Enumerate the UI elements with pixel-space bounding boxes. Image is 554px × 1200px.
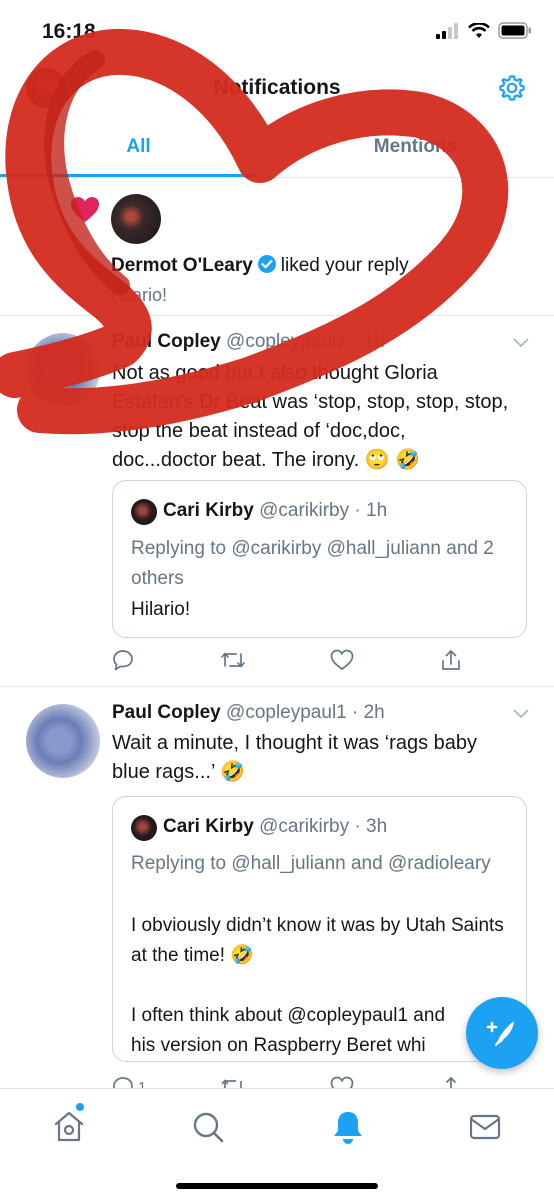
tab-mentions[interactable]: Mentions: [277, 116, 554, 177]
quoted-replying-to: Replying to @carikirby @hall_juliann and…: [131, 538, 494, 589]
quoted-text: I obviously didn’t know it was by Utah S…: [131, 915, 504, 966]
tweet-author-name[interactable]: Paul Copley: [112, 702, 221, 723]
tweet-header: Paul Copley @copleypaul1 · 1h: [112, 331, 385, 353]
tweet-author-name[interactable]: Paul Copley: [112, 331, 221, 352]
reply-icon: [113, 650, 133, 671]
liker-name[interactable]: Dermot O'Leary: [111, 255, 253, 276]
quoted-replying-to: Replying to @hall_juliann and @radiolear…: [131, 853, 491, 874]
tweet[interactable]: Paul Copley @copleypaul1 · 1h Not as goo…: [0, 317, 554, 687]
tab-all[interactable]: All: [0, 116, 277, 177]
share-button[interactable]: [440, 649, 462, 671]
settings-gear-icon[interactable]: [498, 74, 526, 102]
home-icon: [54, 1111, 84, 1142]
signal-icon: [436, 22, 458, 39]
quoted-author-avatar: [131, 499, 157, 525]
verified-badge-icon: [257, 255, 276, 273]
tweet-actions: 1: [112, 1076, 532, 1088]
like-action: liked your reply: [280, 255, 409, 276]
reply-count: 1: [138, 1078, 147, 1089]
tweet-actions: [112, 649, 532, 679]
like-icon: [330, 649, 354, 671]
tweet-handle-time: @copleypaul1 · 1h: [226, 331, 385, 352]
compose-icon: [486, 1021, 514, 1046]
share-button[interactable]: [440, 1076, 462, 1088]
quoted-author-name: Cari Kirby: [163, 500, 254, 521]
liker-avatar[interactable]: [111, 194, 161, 244]
tweet-text: Not as good but I also thought Gloria Es…: [112, 362, 509, 471]
home-indicator: [176, 1183, 378, 1189]
reply-icon: [113, 1077, 133, 1088]
status-icons: [436, 22, 532, 39]
tweet-handle-time: @copleypaul1 · 2h: [226, 702, 385, 723]
tweet-text: Wait a minute, I thought it was ‘rags ba…: [112, 732, 477, 783]
tweet-header: Paul Copley @copleypaul1 · 2h: [112, 702, 385, 724]
reply-button[interactable]: [112, 649, 134, 671]
quoted-header: Cari Kirby @carikirby · 1h: [163, 500, 387, 522]
notifications-bell-icon: [334, 1112, 362, 1144]
retweet-icon: [221, 1079, 242, 1088]
tweet-author-avatar[interactable]: [26, 704, 100, 778]
like-button[interactable]: [330, 1076, 354, 1088]
notifications-tab[interactable]: [328, 1107, 368, 1147]
liked-reply-text: Hilario!: [111, 285, 168, 305]
header: Notifications: [0, 62, 554, 116]
chevron-down-icon[interactable]: [512, 337, 530, 349]
retweet-icon: [221, 652, 245, 668]
status-time: 16:18: [42, 20, 96, 43]
battery-icon: [498, 22, 531, 39]
retweet-button[interactable]: [220, 649, 246, 671]
home-new-dot: [76, 1103, 84, 1111]
like-notification[interactable]: Dermot O'Leary liked your reply Hilario!: [0, 178, 554, 316]
quoted-text: I often think about @copleypaul1 and his…: [131, 1005, 446, 1056]
like-icon: [330, 1076, 354, 1088]
like-summary: Dermot O'Leary liked your reply: [111, 254, 409, 277]
search-tab[interactable]: [188, 1107, 228, 1147]
retweet-button[interactable]: [220, 1076, 246, 1088]
quoted-header: Cari Kirby @carikirby · 3h: [163, 816, 387, 838]
reply-button[interactable]: 1: [112, 1076, 146, 1088]
quoted-handle-time: @carikirby · 1h: [259, 500, 388, 521]
quoted-handle-time: @carikirby · 3h: [259, 816, 388, 837]
quoted-author-avatar: [131, 815, 157, 841]
quoted-text: Hilario!: [131, 599, 191, 620]
tweet-author-avatar[interactable]: [26, 333, 100, 407]
heart-icon: [71, 197, 99, 222]
compose-button[interactable]: [466, 997, 538, 1069]
home-tab[interactable]: [49, 1103, 89, 1147]
messages-mail-icon: [469, 1114, 501, 1140]
active-tab-indicator: [0, 174, 256, 177]
wifi-icon: [468, 22, 490, 38]
page-title: Notifications: [213, 76, 341, 99]
search-icon: [193, 1112, 224, 1143]
quoted-tweet[interactable]: Cari Kirby @carikirby · 3h Replying to @…: [112, 796, 527, 1062]
notification-tabs: All Mentions: [0, 116, 554, 178]
messages-tab[interactable]: [465, 1107, 505, 1147]
like-button[interactable]: [330, 649, 354, 671]
share-icon: [442, 650, 460, 670]
share-icon: [445, 1076, 457, 1088]
status-bar: 16:18: [0, 0, 554, 62]
quoted-author-name: Cari Kirby: [163, 816, 254, 837]
quoted-tweet[interactable]: Cari Kirby @carikirby · 1h Replying to @…: [112, 480, 527, 638]
chevron-down-icon[interactable]: [512, 708, 530, 720]
